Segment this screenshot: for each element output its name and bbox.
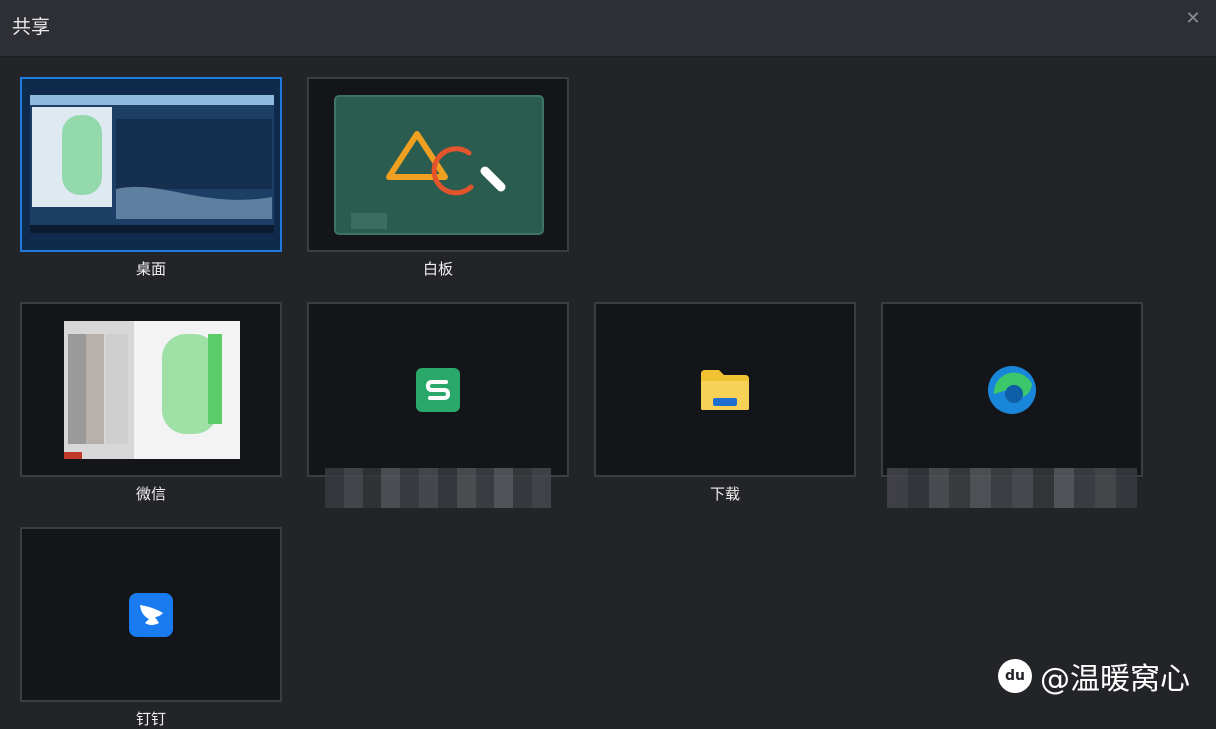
watermark: du @温暖窝心 (998, 654, 1190, 698)
wechat-window-preview-icon (22, 304, 280, 475)
source-label: 下载 (709, 485, 740, 503)
edge-thumbnail[interactable] (881, 302, 1143, 477)
dingtalk-thumbnail[interactable] (20, 527, 282, 702)
share-source-grid: 桌面 白板 微信 下载 钉钉 (0, 0, 1216, 728)
desktop-preview-icon (22, 79, 280, 250)
source-label: 微信 (135, 485, 166, 503)
desktop-thumbnail[interactable] (20, 77, 282, 252)
dingtalk-icon (129, 593, 173, 637)
edge-icon (988, 366, 1036, 414)
baidu-paw-icon: du (998, 659, 1032, 693)
folder-icon (701, 370, 749, 410)
wechat-thumbnail[interactable] (20, 302, 282, 477)
source-label: 钉钉 (135, 710, 166, 728)
wps-thumbnail[interactable] (307, 302, 569, 477)
source-label: 白板 (422, 260, 453, 278)
downloads-thumbnail[interactable] (594, 302, 856, 477)
wps-icon (416, 368, 460, 412)
source-label: 桌面 (135, 260, 166, 278)
blurred-label (887, 468, 1137, 508)
blurred-label (325, 468, 551, 508)
watermark-text: @温暖窝心 (1040, 662, 1190, 697)
whiteboard-thumbnail[interactable] (307, 77, 569, 252)
whiteboard-icon (309, 79, 567, 250)
